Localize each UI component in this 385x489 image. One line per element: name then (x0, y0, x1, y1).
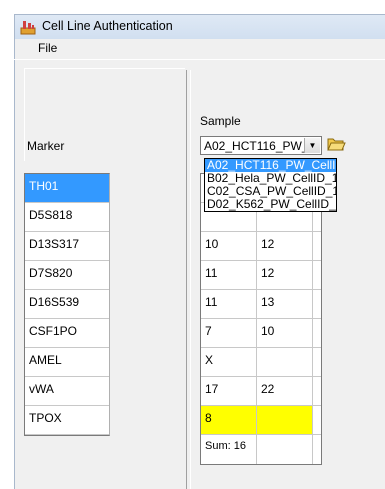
marker-row[interactable]: D5S818 (25, 203, 109, 232)
empty-cell (257, 435, 313, 464)
allele-cell[interactable]: 12 (257, 261, 313, 289)
folder-open-icon[interactable] (326, 135, 346, 153)
splitter-highlight (190, 70, 191, 489)
allele-cell[interactable]: 12 (257, 232, 313, 260)
sample-label: Sample (200, 114, 241, 128)
chevron-down-icon[interactable]: ▼ (304, 138, 320, 153)
title-bar: Cell Line Authentication (14, 14, 385, 39)
table-row: 7 10 (201, 319, 321, 348)
window-title: Cell Line Authentication (42, 19, 173, 33)
allele-cell[interactable]: 10 (257, 319, 313, 347)
allele-cell[interactable]: 7 (201, 319, 257, 347)
table-row: 11 13 (201, 290, 321, 319)
allele-cell[interactable]: 13 (257, 290, 313, 318)
dropdown-option[interactable]: B02_Hela_PW_CellID_1 (205, 172, 336, 185)
marker-header: Marker (24, 68, 185, 161)
allele-cell[interactable]: 11 (201, 290, 257, 318)
allele-cell[interactable]: 8 (201, 406, 257, 434)
allele-cell[interactable] (257, 348, 313, 376)
allele-cell[interactable]: 17 (201, 377, 257, 405)
marker-row[interactable]: TPOX (25, 406, 109, 435)
dropdown-option[interactable]: C02_CSA_PW_CellID_1 (205, 185, 336, 198)
marker-row[interactable]: TH01 (25, 174, 109, 203)
allele-cell[interactable]: 22 (257, 377, 313, 405)
table-row: 17 22 (201, 377, 321, 406)
allele-cell[interactable]: X (201, 348, 257, 376)
sample-combo-value: A02_HCT116_PW_ (204, 139, 304, 153)
splitter[interactable] (186, 70, 187, 489)
table-row: 11 12 (201, 261, 321, 290)
dropdown-option[interactable]: A02_HCT116_PW_CellI (205, 159, 336, 172)
marker-row[interactable]: CSF1PO (25, 319, 109, 348)
table-row: X (201, 348, 321, 377)
sample-combo[interactable]: A02_HCT116_PW_ ▼ (200, 136, 322, 155)
allele-cell[interactable]: 10 (201, 232, 257, 260)
marker-header-label: Marker (27, 139, 65, 153)
marker-row[interactable]: D16S539 (25, 290, 109, 319)
table-row: 10 12 (201, 232, 321, 261)
marker-row[interactable]: vWA (25, 377, 109, 406)
sample-dropdown-list: A02_HCT116_PW_CellI B02_Hela_PW_CellID_1… (204, 158, 337, 212)
marker-list: TH01 D5S818 D13S317 D7S820 D16S539 CSF1P… (24, 173, 110, 436)
dropdown-option[interactable]: D02_K562_PW_CellID_ (205, 198, 336, 211)
menu-bar: File (14, 39, 385, 59)
cell-line-icon (20, 21, 36, 35)
marker-row[interactable]: AMEL (25, 348, 109, 377)
allele-cell[interactable]: 11 (201, 261, 257, 289)
table-row: 8 (201, 406, 321, 435)
allele-cell[interactable] (257, 406, 313, 434)
sum-cell: Sum: 16 (201, 435, 257, 464)
menu-file[interactable]: File (38, 41, 57, 55)
sample-grid: 10 12 11 12 11 13 7 10 X 17 22 8 Sum: 16 (200, 173, 322, 465)
marker-row[interactable]: D13S317 (25, 232, 109, 261)
marker-row[interactable]: D7S820 (25, 261, 109, 290)
table-row: Sum: 16 (201, 435, 321, 464)
